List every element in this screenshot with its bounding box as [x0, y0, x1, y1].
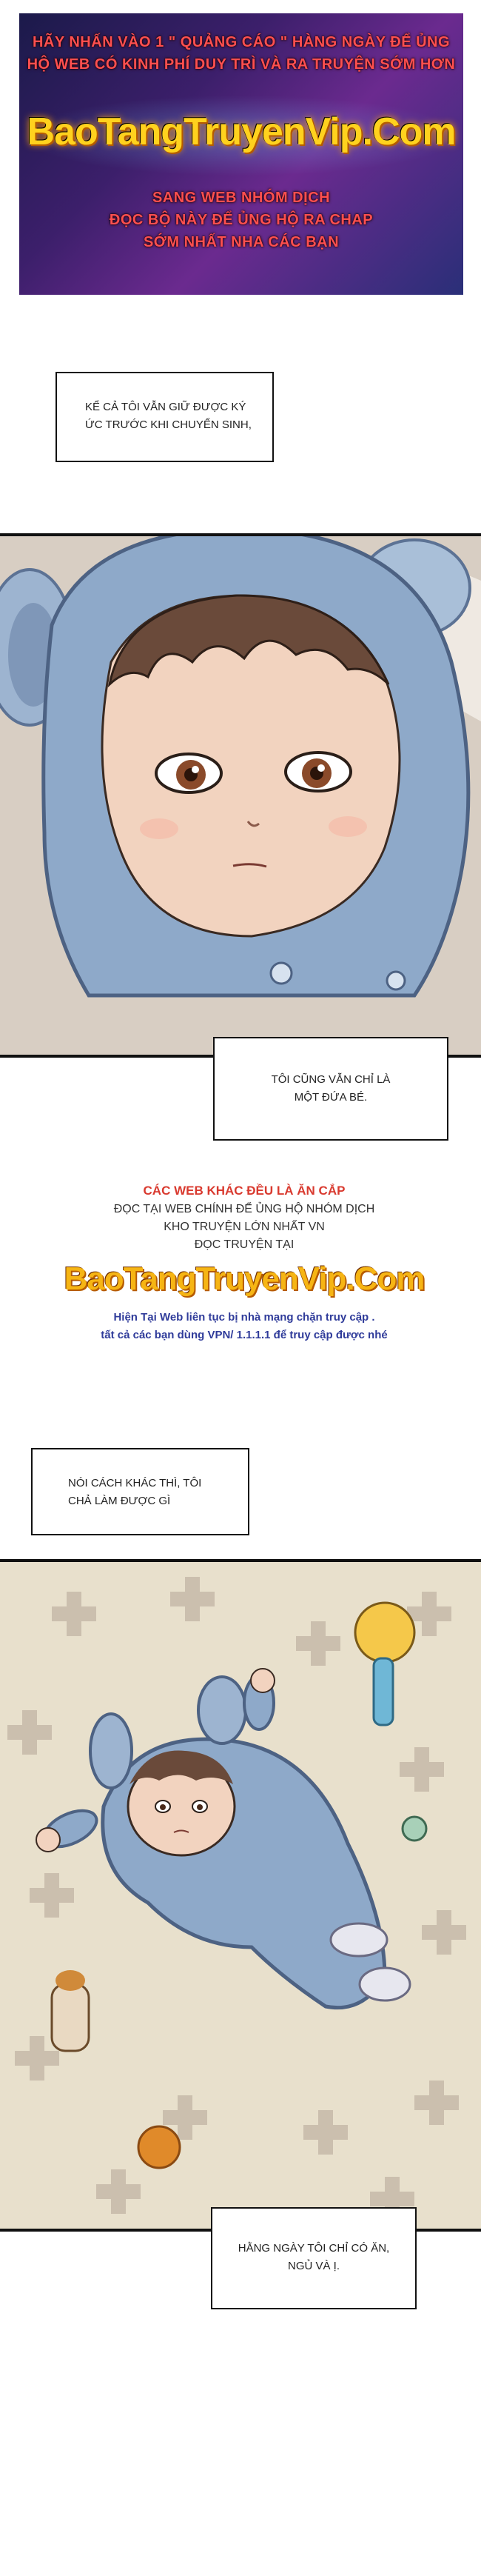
- panel-baby-lying: [0, 1559, 481, 2232]
- ad-line-2: ĐỌC TẠI WEB CHÍNH ĐỂ ỦNG HỘ NHÓM DỊCH: [113, 1203, 375, 1215]
- ad-block[interactable]: CÁC WEB KHÁC ĐỀU LÀ ĂN CẮP ĐỌC TẠI WEB C…: [59, 1178, 429, 1400]
- banner-line-3: SANG WEB NHÓM DỊCH: [152, 190, 331, 206]
- ad-line-3: KHO TRUYỆN LỚN NHẤT VN: [164, 1221, 325, 1233]
- banner-line-2: HỘ WEB CÓ KINH PHÍ DUY TRÌ VÀ RA TRUYỆN …: [27, 56, 456, 73]
- caption-2-line-2: MỘT ĐỨA BÉ.: [294, 1091, 368, 1104]
- ad-notice-1: Hiện Tại Web liên tục bị nhà mạng chặn t…: [113, 1311, 375, 1324]
- ad-line-4: ĐỌC TRUYỆN TẠI: [194, 1238, 295, 1251]
- promo-banner[interactable]: HÃY NHẤN VÀO 1 " QUẢNG CÁO " HÀNG NGÀY Đ…: [19, 13, 463, 295]
- caption-2-line-1: TÔI CŨNG VẪN CHỈ LÀ: [271, 1073, 391, 1086]
- banner-line-5: SỚM NHẤT NHA CÁC BẠN: [143, 234, 340, 250]
- baby-lying-illustration: [0, 1562, 481, 2229]
- caption-1-line-1: KỂ CẢ TÔI VẪN GIỮ ĐƯỢC KÝ: [85, 401, 246, 413]
- caption-1-line-2: ỨC TRƯỚC KHI CHUYỂN SINH,: [85, 418, 252, 431]
- caption-box-4: HẰNG NGÀY TÔI CHỈ CÓ ĂN, NGỦ VÀ Ị.: [211, 2207, 417, 2309]
- ad-notice-2: tất cả các bạn dùng VPN/ 1.1.1.1 để truy…: [101, 1329, 388, 1341]
- caption-box-3: NÓI CÁCH KHÁC THÌ, TÔI CHẢ LÀM ĐƯỢC GÌ: [31, 1448, 249, 1535]
- caption-box-2: TÔI CŨNG VẪN CHỈ LÀ MỘT ĐỨA BÉ.: [213, 1037, 448, 1141]
- banner-brand: BaoTangTruyenVip.Com: [27, 110, 456, 153]
- caption-box-1: KỂ CẢ TÔI VẪN GIỮ ĐƯỢC KÝ ỨC TRƯỚC KHI C…: [56, 372, 274, 462]
- ad-brand-link[interactable]: BaoTangTruyenVip.Com: [59, 1261, 429, 1298]
- caption-4-line-2: NGỦ VÀ Ị.: [287, 2260, 340, 2272]
- banner-line-4: ĐỌC BỘ NÀY ĐỂ ỦNG HỘ RA CHAP: [109, 212, 374, 228]
- banner-line-1: HÃY NHẤN VÀO 1 " QUẢNG CÁO " HÀNG NGÀY Đ…: [32, 34, 451, 50]
- ad-warning: CÁC WEB KHÁC ĐỀU LÀ ĂN CẮP: [143, 1184, 346, 1198]
- caption-3-line-2: CHẢ LÀM ĐƯỢC GÌ: [68, 1495, 171, 1507]
- baby-face-illustration: [0, 536, 481, 1055]
- panel-baby-face: [0, 533, 481, 1058]
- caption-4-line-1: HẰNG NGÀY TÔI CHỈ CÓ ĂN,: [238, 2242, 390, 2255]
- caption-3-line-1: NÓI CÁCH KHÁC THÌ, TÔI: [68, 1477, 202, 1489]
